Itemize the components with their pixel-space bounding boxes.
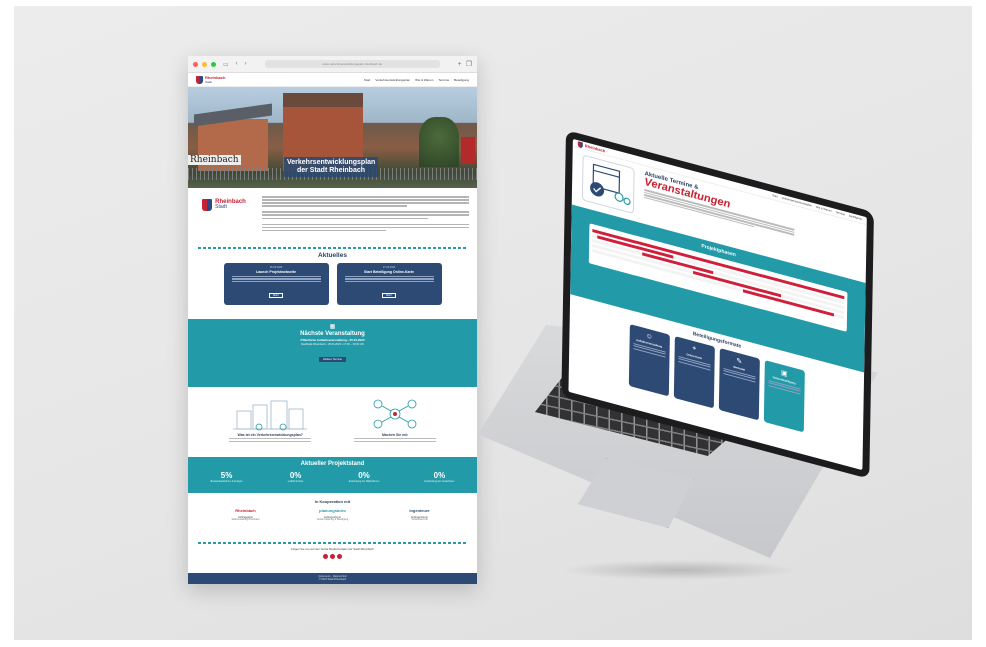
partner-desc: Verkehrstechnik [411,519,428,521]
news-date: 16.03.2023 [269,266,283,269]
instagram-icon[interactable] [330,554,335,559]
news-card[interactable]: 17.04.2023 Start Beteiligung Online-Kart… [336,263,442,305]
partner-logo: planungsbüro [319,508,346,513]
hero-title: Verkehrsentwicklungsplan der Stadt Rhein… [284,157,378,177]
calendar-people-icon [581,154,635,215]
next-event-section: ▦ Nächste Veranstaltung Öffentliche Auft… [188,319,477,387]
social-follow-text: Folgen Sie uns auf den Social Media Kanä… [291,547,374,551]
intro-logo-sub: Stadt [215,204,227,210]
crest-icon [196,75,203,84]
event-location: Stadthalle Rheinbach • 25.04.2023 • 17:3… [300,343,365,346]
news-card[interactable]: 16.03.2023 Launch Projektwebseite Mehr [223,263,329,305]
youtube-icon[interactable] [337,554,342,559]
stat-value: 0% [358,471,370,480]
info-item-vep[interactable]: Was ist ein Verkehrsentwicklungsplan? [225,397,315,457]
project-status-section: Aktueller Projektstand 5% Bestandsaufnah… [188,457,477,493]
stat-label: Erarbeitung der Maßnahmen [348,480,380,483]
menu-item-wie-warum[interactable]: Wie & Warum [415,78,433,82]
intro-logo: Rheinbach Stadt [196,196,252,240]
social-links [188,554,477,559]
menu-item-beteiligung[interactable]: Beteiligung [454,78,469,82]
news-more-button[interactable]: Mehr [269,292,283,298]
laptop-menu-item[interactable]: Termine [836,211,845,216]
menu-item-termine[interactable]: Termine [438,78,449,82]
partner-logo: Ingenieure [409,508,430,513]
laptop-menu-item[interactable]: Beteiligung [849,214,862,220]
partner-item[interactable]: planungsbüro Auftragnehmer Verkehrsplanu… [301,508,365,521]
intro-section: Rheinbach Stadt [188,188,477,244]
laptop-menu-item[interactable]: Start [772,194,778,198]
close-window-button[interactable] [193,61,198,67]
section-divider [198,247,467,249]
news-list: 16.03.2023 Launch Projektwebseite Mehr 1… [188,263,477,305]
coop-head: In Kooperation mit [314,499,351,504]
calendar-icon: ▦ [329,324,336,330]
stat-label: Leitbild & Ziele [287,480,304,483]
news-more-button[interactable]: Mehr [382,292,396,298]
back-icon[interactable]: ‹ [236,61,238,67]
people-network-icon [373,399,417,429]
site-footer: Impressum · Datenschutz © 2023 Stadt Rhe… [188,573,477,584]
maximize-window-button[interactable] [211,61,216,67]
news-title-text: Launch Projektwebseite [255,270,297,274]
stat-item: 0% Leitbild & Ziele [288,471,304,483]
logo-name: Rheinbach [205,74,226,80]
hero-train [461,137,475,163]
info-item-participate[interactable]: Machen Sie mit [350,397,440,457]
minimize-window-button[interactable] [202,61,207,67]
city-illustration-icon [233,400,308,431]
news-title-text: Start Beteiligung Online-Karte [364,270,414,274]
news-title: Aktuelles [318,252,347,259]
status-title: Aktueller Projektstand [300,461,365,467]
news-date: 17.04.2023 [382,266,396,269]
forward-icon[interactable]: › [245,61,247,67]
partner-item[interactable]: Rheinbach Auftraggeber Stadtverwaltung R… [214,508,278,521]
laptop-shadow [560,560,800,580]
site-header: Rheinbach Stadt Start Verkehrsentwicklun… [188,73,477,87]
footer-copyright: © 2023 Stadt Rheinbach [318,578,347,581]
intro-text [262,196,469,240]
sidebar-icon[interactable]: ▭ [223,61,229,68]
event-subtitle: Öffentliche Auftaktveranstaltung • 25.04… [300,338,365,342]
menu-item-start[interactable]: Start [364,78,370,82]
partner-item[interactable]: Ingenieure Auftragnehmer Verkehrstechnik [388,508,452,521]
new-tab-icon[interactable]: + [458,61,462,68]
participation-card[interactable]: ▣ Online-Beteiligung [763,359,805,433]
crest-icon [202,199,213,211]
browser-chrome: ▭ ‹ › www.verkehrsentwicklungsplan-rhein… [188,56,477,73]
info-head: Machen Sie mit [382,433,408,437]
stat-label: Erarbeitung des Gutachtens [424,480,455,483]
site-logo[interactable]: Rheinbach Stadt [196,74,226,84]
menu-item-vep[interactable]: Verkehrsentwicklungsplan [375,78,410,82]
logo-sub: Stadt [205,79,213,84]
stat-item: 0% Erarbeitung der Maßnahmen [349,471,380,483]
address-bar[interactable]: www.verkehrsentwicklungsplan-rheinbach.d… [264,60,440,68]
crest-icon [577,140,583,148]
browser-window: ▭ ‹ › www.verkehrsentwicklungsplan-rhein… [188,56,477,584]
partner-logo: Rheinbach [235,508,256,513]
partner-desc: Verkehrsplanung & Beteiligung [316,519,349,521]
stat-item: 5% Bestandsaufnahme & Analyse [211,471,243,483]
info-head: Was ist ein Verkehrsentwicklungsplan? [237,433,303,437]
stat-label: Bestandsaufnahme & Analyse [210,480,243,483]
cooperation-section: In Kooperation mit Rheinbach Auftraggebe… [188,493,477,539]
participation-card[interactable]: ✎ Werkstatt [718,347,760,421]
main-menu: Start Verkehrsentwicklungsplan Wie & War… [364,78,469,82]
info-section: Was ist ein Verkehrsentwicklungsplan? Ma… [188,387,477,457]
stat-item: 0% Erarbeitung des Gutachtens [425,471,455,483]
hero-station-sign: Rheinbach [188,155,241,165]
event-title: Nächste Veranstaltung [300,331,365,337]
section-divider [198,542,467,544]
hero-banner: Rheinbach Verkehrsentwicklungsplan der S… [188,87,477,188]
facebook-icon[interactable] [323,554,328,559]
hero-trees [419,117,459,167]
participation-card[interactable]: ☺ Auftaktveranstaltung [628,323,670,397]
more-events-button[interactable]: Weitere Termine [319,357,346,363]
stat-value: 5% [220,471,233,480]
stat-value: 0% [433,471,446,480]
partner-desc: Stadtverwaltung Rheinbach [231,519,260,521]
stat-value: 0% [289,471,302,480]
participation-card[interactable]: ⌖ Online-Karte [673,335,715,409]
tabs-overview-icon[interactable]: ❐ [466,60,472,68]
